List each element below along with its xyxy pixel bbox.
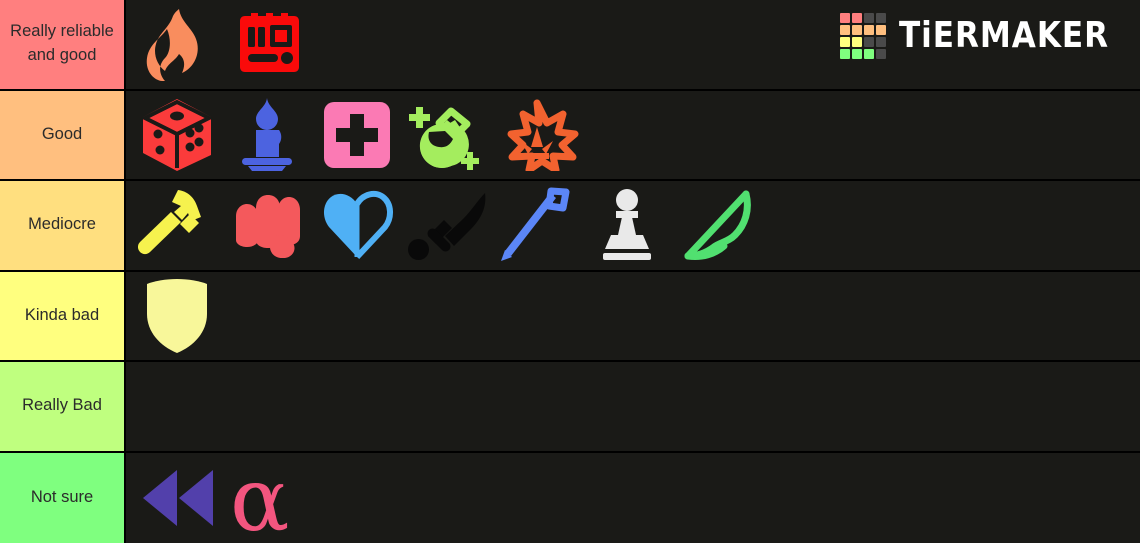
tier-row: Kinda bad xyxy=(0,271,1140,362)
tier-row: Really Bad xyxy=(0,362,1140,453)
flame-icon[interactable] xyxy=(132,0,222,88)
tier-label[interactable]: Not sure xyxy=(0,452,126,543)
tier-items-dropzone[interactable] xyxy=(126,272,1140,361)
tier-items-dropzone[interactable] xyxy=(126,362,1140,451)
tier-row: Mediocre xyxy=(0,181,1140,272)
tier-items-dropzone[interactable]: α xyxy=(126,453,1140,543)
sword-icon[interactable] xyxy=(402,181,492,269)
explosion-burst-icon[interactable] xyxy=(492,91,582,179)
tier-row: Good xyxy=(0,90,1140,181)
tier-label[interactable]: Good xyxy=(0,90,126,179)
spear-icon[interactable] xyxy=(492,181,582,269)
tier-list-board: TiERMAKER Really reliable and good Good Me… xyxy=(0,0,1140,543)
tier-items-dropzone[interactable] xyxy=(126,181,1140,270)
fist-icon[interactable] xyxy=(222,181,312,269)
c4-explosive-icon[interactable] xyxy=(222,0,312,88)
tier-row: Really reliable and good xyxy=(0,0,1140,91)
tier-row: Not sure α xyxy=(0,452,1140,543)
tier-label[interactable]: Really Bad xyxy=(0,362,126,451)
tier-label[interactable]: Kinda bad xyxy=(0,271,126,360)
candle-icon[interactable] xyxy=(222,91,312,179)
potion-flask-icon[interactable] xyxy=(402,91,492,179)
shield-icon[interactable] xyxy=(132,272,222,360)
tier-rows-container: Really reliable and good Good Mediocre Kind… xyxy=(0,0,1140,543)
chess-pawn-icon[interactable] xyxy=(582,181,672,269)
tier-items-dropzone[interactable] xyxy=(126,91,1140,180)
bow-icon[interactable] xyxy=(672,181,762,269)
tier-label[interactable]: Mediocre xyxy=(0,181,126,270)
hammer-icon[interactable] xyxy=(132,181,222,269)
alpha-symbol-icon[interactable]: α xyxy=(222,454,312,542)
half-heart-icon[interactable] xyxy=(312,181,402,269)
dice-icon[interactable] xyxy=(132,91,222,179)
rewind-icon[interactable] xyxy=(132,454,222,542)
tier-label[interactable]: Really reliable and good xyxy=(0,0,126,89)
tier-items-dropzone[interactable] xyxy=(126,0,1140,89)
svg-text:α: α xyxy=(230,456,289,540)
health-cross-icon[interactable] xyxy=(312,91,402,179)
